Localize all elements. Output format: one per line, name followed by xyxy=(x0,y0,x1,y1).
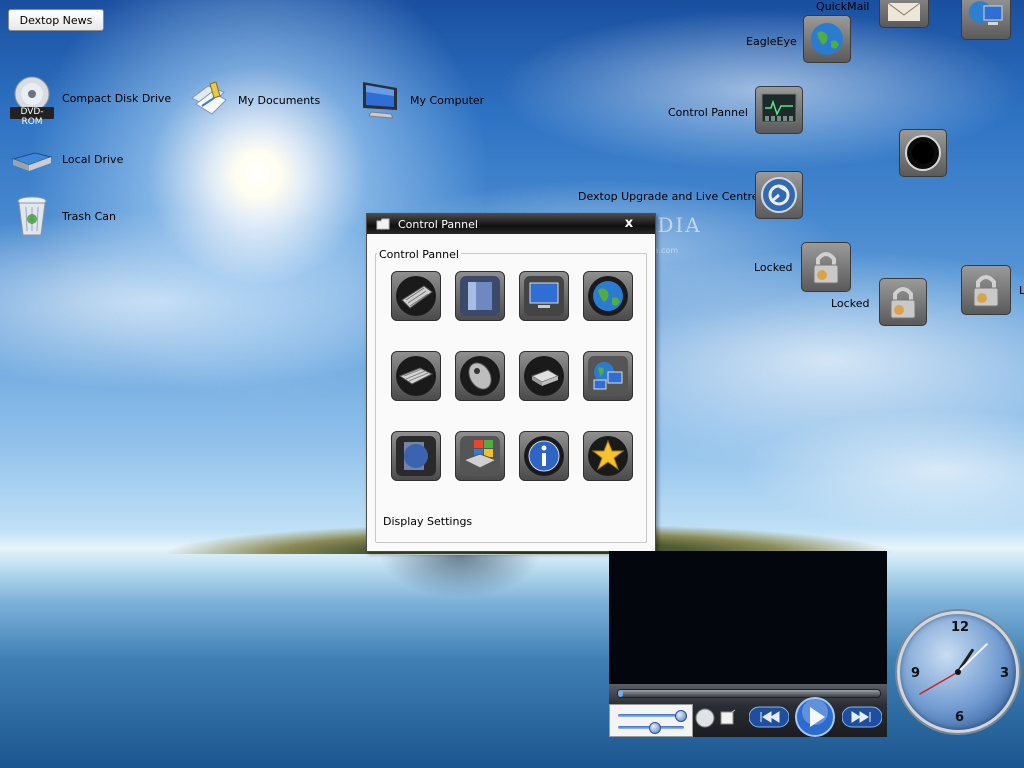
desktop-icon-label: My Documents xyxy=(238,93,321,107)
upgrade-label: Dextop Upgrade and Live Centre xyxy=(578,190,759,203)
control-pannel-window: Control Pannel x Control Pannel Display … xyxy=(366,213,656,552)
dextop-news-button[interactable]: Dextop News xyxy=(8,9,104,31)
documents-icon xyxy=(184,76,232,124)
black-hole-icon[interactable] xyxy=(899,129,947,177)
theme-icon[interactable] xyxy=(391,431,441,481)
monitor-icon[interactable] xyxy=(519,271,569,321)
next-icon[interactable] xyxy=(842,706,882,728)
windows-icon[interactable] xyxy=(455,431,505,481)
volume-panel xyxy=(609,704,693,737)
upgrade-live-icon[interactable] xyxy=(755,171,803,219)
desktop-icon-local-drive[interactable]: Local Drive xyxy=(8,135,123,183)
locked-label-2: Locked xyxy=(831,297,870,310)
desktop-icon-trash-can[interactable]: Trash Can xyxy=(8,192,116,240)
dvd-rom-badge: DVD-ROM xyxy=(20,107,44,127)
keyboard-icon[interactable] xyxy=(391,271,441,321)
network-computers-icon[interactable] xyxy=(961,0,1011,40)
globe-icon[interactable] xyxy=(583,271,633,321)
previous-icon[interactable] xyxy=(749,706,789,728)
lock-icon[interactable] xyxy=(961,265,1011,315)
printer-icon[interactable] xyxy=(519,351,569,401)
favorites-icon[interactable] xyxy=(583,431,633,481)
media-player xyxy=(609,551,887,737)
computer-icon xyxy=(356,76,404,124)
play-button[interactable] xyxy=(794,696,836,738)
display-icon[interactable] xyxy=(455,271,505,321)
volume-knob[interactable] xyxy=(675,710,688,722)
stop-icon[interactable] xyxy=(695,708,715,728)
window-titlebar[interactable]: Control Pannel x xyxy=(367,214,655,234)
control-pannel-monitor-icon[interactable] xyxy=(755,86,803,134)
desktop-icon-label: Trash Can xyxy=(62,209,116,223)
balance-knob[interactable] xyxy=(649,722,661,734)
folder-icon xyxy=(376,218,390,230)
info-icon[interactable] xyxy=(519,431,569,481)
desktop-icon-label: My Computer xyxy=(410,93,485,107)
clock-minute-hand xyxy=(957,643,988,673)
locked-label-1: Locked xyxy=(754,261,793,274)
trash-icon xyxy=(8,192,56,240)
desktop-icon-label: Local Drive xyxy=(62,152,124,166)
player-controls xyxy=(609,684,887,737)
desktop-icon-my-computer[interactable]: My Computer xyxy=(356,76,484,124)
clock-widget[interactable]: 12 3 6 9 xyxy=(897,611,1019,733)
clock-center xyxy=(955,669,961,675)
clock-second-hand xyxy=(919,671,959,695)
window-body: Control Pannel Display Settings xyxy=(367,234,655,551)
video-area[interactable] xyxy=(609,551,887,684)
network-icon[interactable] xyxy=(583,351,633,401)
control-pannel-label: Control Pannel xyxy=(668,106,748,119)
close-button[interactable]: x xyxy=(617,216,641,231)
mouse-icon[interactable] xyxy=(455,351,505,401)
eagleeye-globe-icon[interactable] xyxy=(803,15,851,63)
window-title: Control Pannel xyxy=(398,217,478,231)
mail-icon[interactable] xyxy=(879,0,929,28)
drive-icon xyxy=(8,135,56,183)
group-label: Control Pannel xyxy=(377,248,461,261)
eagleeye-label: EagleEye xyxy=(746,35,797,48)
locked-label-3: L xyxy=(1019,284,1024,297)
lock-icon[interactable] xyxy=(801,242,851,292)
quickmail-label: QuickMail xyxy=(816,0,870,13)
island-reflection xyxy=(380,555,540,615)
desktop-icon-my-documents[interactable]: My Documents xyxy=(184,76,320,124)
lock-icon[interactable] xyxy=(879,278,927,326)
mute-icon[interactable] xyxy=(719,709,737,727)
keyboard-2-icon[interactable] xyxy=(391,351,441,401)
status-text: Display Settings xyxy=(383,515,473,528)
desktop-icon-label: Compact Disk Drive xyxy=(62,91,172,105)
seek-bar[interactable] xyxy=(617,689,881,698)
